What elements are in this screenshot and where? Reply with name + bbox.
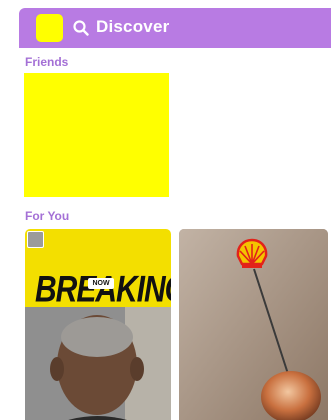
person-photo xyxy=(25,307,171,420)
now-badge: NOW xyxy=(88,278,114,289)
profile-avatar[interactable] xyxy=(36,14,63,42)
friend-story-tile[interactable] xyxy=(24,73,169,197)
discover-feed[interactable]: Friends For You BREAKING NOW xyxy=(19,48,331,420)
search-icon[interactable] xyxy=(73,20,89,36)
shell-logo-icon xyxy=(236,238,268,268)
story-card-shell[interactable] xyxy=(179,229,328,420)
story-headline: BREAKING xyxy=(35,269,171,311)
page-title[interactable]: Discover xyxy=(96,17,169,37)
for-you-section-label: For You xyxy=(25,209,70,223)
story-card-breaking[interactable]: BREAKING NOW xyxy=(25,229,171,420)
discover-header: Discover xyxy=(19,8,331,48)
publisher-logo-icon xyxy=(27,231,44,248)
friends-section-label: Friends xyxy=(25,55,69,69)
